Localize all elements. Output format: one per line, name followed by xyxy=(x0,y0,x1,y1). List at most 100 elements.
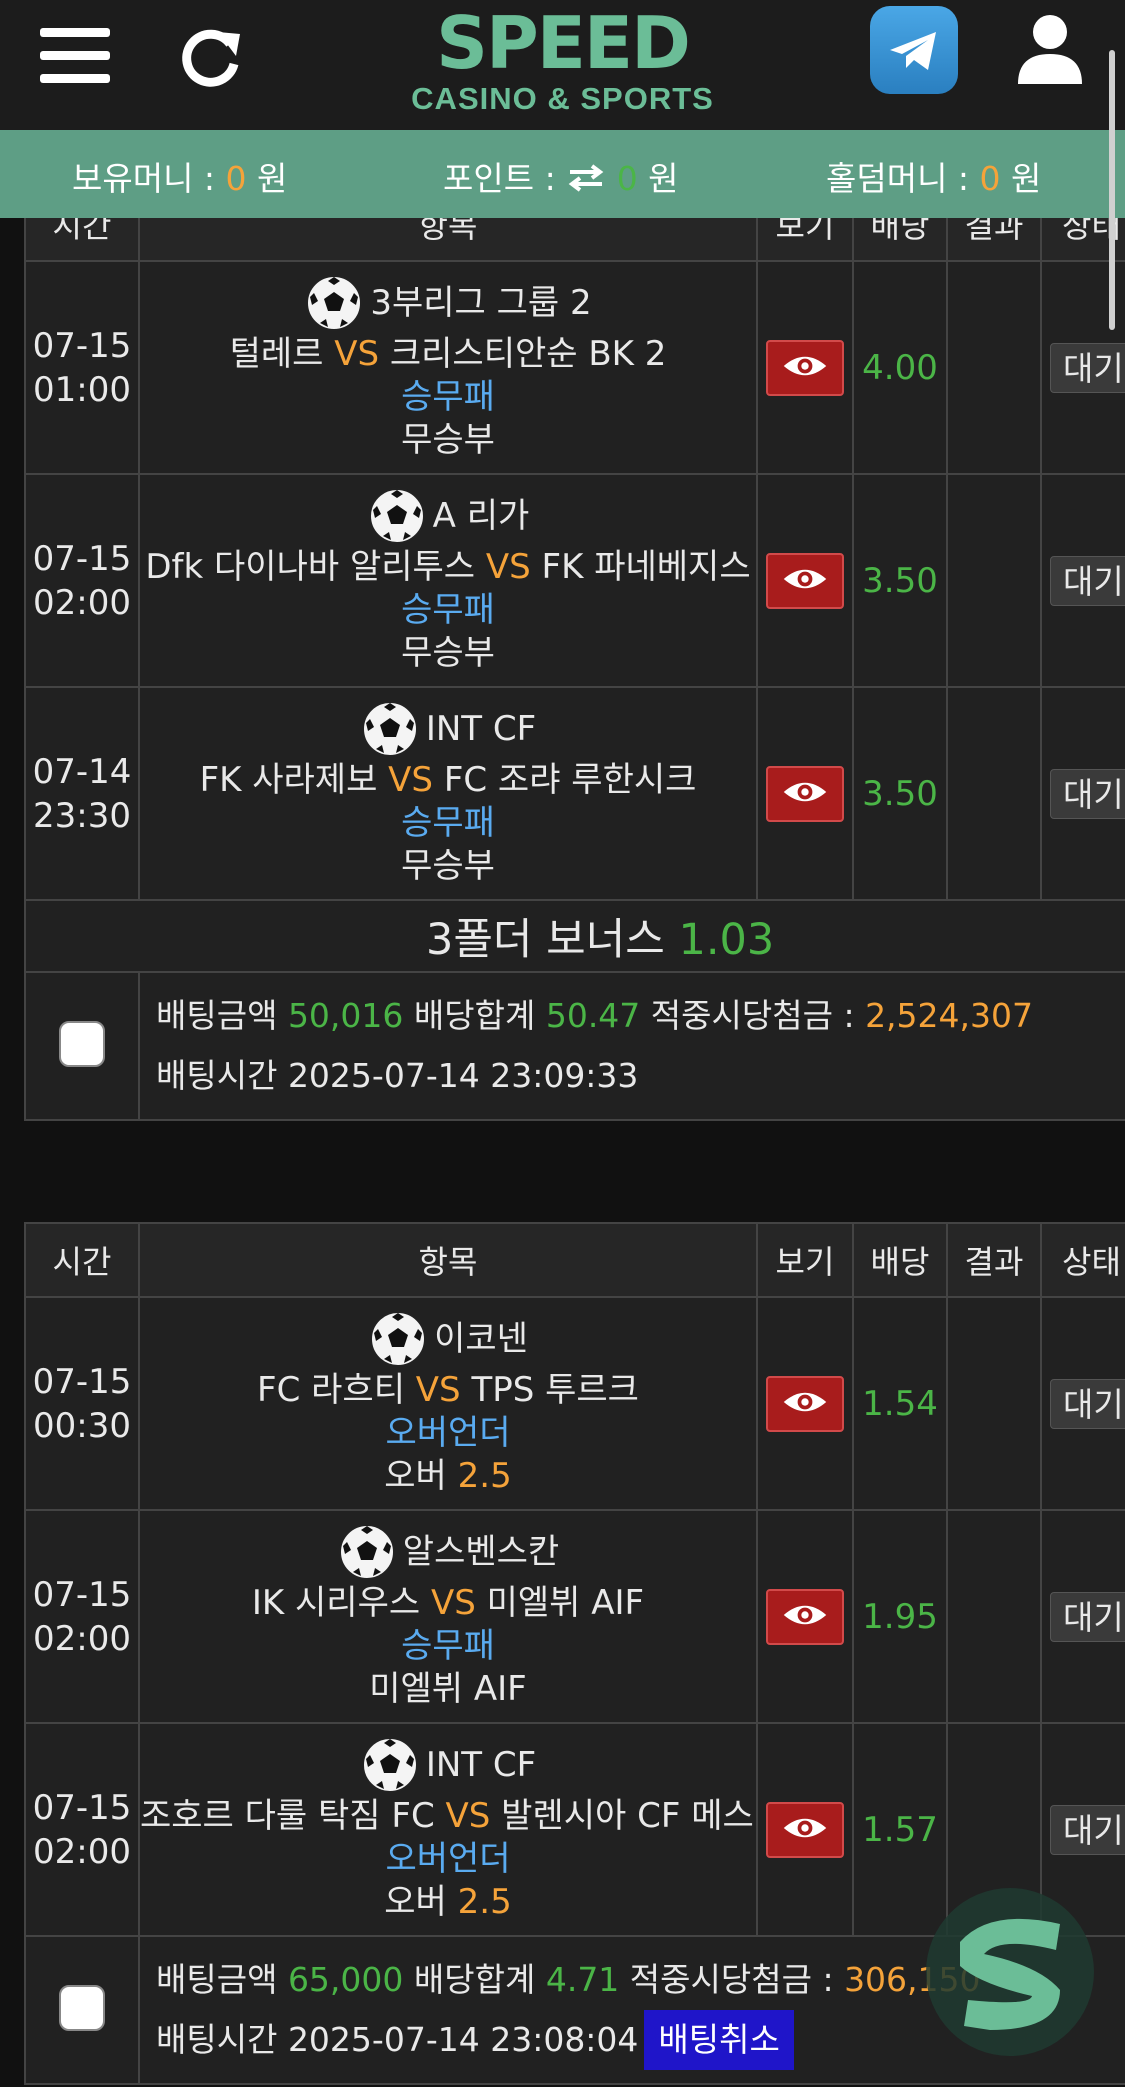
home-team: 조호르 다룰 탁짐 FC xyxy=(140,1796,435,1836)
bet-amount: 50,016 xyxy=(287,996,404,1035)
home-team: Dfk 다이나바 알리투스 xyxy=(145,547,476,587)
match-item-cell: 알스벤스칸 IK 시리우스 VS 미엘뷔 AIF 승무패 미엘뷔 AIF xyxy=(138,1509,758,1724)
refresh-icon[interactable] xyxy=(178,24,244,90)
soccer-ball-icon xyxy=(361,701,418,757)
away-team: 발렌시아 CF 메스타야 xyxy=(501,1796,755,1836)
match-item-cell: INT CF 조호르 다룰 탁짐 FC VS 발렌시아 CF 메스타야 오버언더… xyxy=(138,1722,758,1937)
bet-time: 2025-07-14 23:09:33 xyxy=(287,1056,639,1095)
odds-total: 50.47 xyxy=(545,996,641,1035)
vs-label: VS xyxy=(334,334,380,374)
market-type: 승무패 xyxy=(401,590,495,630)
league-name: INT CF xyxy=(425,1744,537,1785)
match-odds: 3.50 xyxy=(852,686,948,901)
view-button[interactable] xyxy=(766,339,844,396)
odds-total-label: 배당합계 xyxy=(403,1960,546,1999)
table-row: 07-15 00:30 이코넨 FC 라흐티 VS TPS 투르크 오버언더 오… xyxy=(24,1296,1125,1511)
status-badge[interactable]: 대기 xyxy=(1050,768,1125,819)
pick-label: 미엘뷔 AIF xyxy=(369,1669,527,1709)
slip-checkbox[interactable] xyxy=(59,1021,105,1067)
match-date: 07-15 xyxy=(32,325,132,366)
eye-icon xyxy=(783,1392,827,1411)
market-type: 승무패 xyxy=(401,803,495,843)
bet-pick: 미엘뷔 AIF xyxy=(141,1668,755,1711)
away-team: FC 조랴 루한시크 xyxy=(443,760,697,800)
match-odds: 4.00 xyxy=(852,260,948,475)
view-button[interactable] xyxy=(766,1801,844,1858)
status-badge[interactable]: 대기 xyxy=(1050,555,1125,606)
soccer-ball-icon xyxy=(370,1311,427,1367)
view-button[interactable] xyxy=(766,552,844,609)
pick-label: 무승부 xyxy=(401,420,495,460)
match-time: 02:00 xyxy=(33,1618,131,1659)
bet-time: 2025-07-14 23:08:04 xyxy=(287,2020,639,2059)
floating-logo-icon[interactable] xyxy=(920,1880,1100,2060)
table-row: 07-14 23:30 INT CF FK 사라제보 VS FC 조랴 루한시크… xyxy=(24,686,1125,901)
user-icon[interactable] xyxy=(1010,8,1090,88)
status-badge[interactable]: 대기 xyxy=(1050,1804,1125,1855)
home-team: FC 라흐티 xyxy=(257,1370,405,1410)
payout-label: 적중시당첨금 : xyxy=(640,996,866,1035)
point-unit: 원 xyxy=(637,159,679,198)
vs-label: VS xyxy=(485,547,531,587)
site-logo[interactable]: SPEED CASINO & SPORTS xyxy=(395,4,730,120)
match-result xyxy=(946,1509,1042,1724)
match-time: 23:30 xyxy=(33,795,131,836)
vs-label: VS xyxy=(415,1370,461,1410)
holdem-label: 홀덤머니 : xyxy=(826,159,980,198)
match-result xyxy=(946,686,1042,901)
match-time: 02:00 xyxy=(33,582,131,623)
status-badge[interactable]: 대기 xyxy=(1050,342,1125,393)
eye-icon xyxy=(783,569,827,588)
match-odds: 1.54 xyxy=(852,1296,948,1511)
status-badge[interactable]: 대기 xyxy=(1050,1591,1125,1642)
col-result: 결과 xyxy=(946,1222,1042,1298)
odds-total-label: 배당합계 xyxy=(403,996,546,1035)
pick-value: 2.5 xyxy=(457,1882,512,1922)
match-teams: 조호르 다룰 탁짐 FC VS 발렌시아 CF 메스타야 xyxy=(140,1795,755,1838)
col-status: 상태 xyxy=(1040,1222,1125,1298)
cancel-bet-button[interactable]: 배팅취소 xyxy=(644,2010,794,2070)
bet-pick: 오버 2.5 xyxy=(141,1881,755,1924)
point-balance[interactable]: 포인트 : 0 원 xyxy=(443,152,679,200)
view-button[interactable] xyxy=(766,1375,844,1432)
view-button[interactable] xyxy=(766,765,844,822)
telegram-icon[interactable] xyxy=(870,6,958,94)
market-type: 오버언더 xyxy=(385,1839,511,1879)
money-balance: 보유머니 : 0 원 xyxy=(72,152,287,200)
transfer-icon[interactable] xyxy=(566,163,606,193)
away-team: 미엘뷔 AIF xyxy=(486,1583,645,1623)
amount-label: 배팅금액 xyxy=(156,1960,288,1999)
table-header: 시간 항목 보기 배당 결과 상태 xyxy=(24,1222,1125,1298)
match-teams: IK 시리우스 VS 미엘뷔 AIF xyxy=(141,1582,755,1625)
away-team: 크리스티안순 BK 2 xyxy=(389,334,667,374)
table-row: 07-15 02:00 A 리가 Dfk 다이나바 알리투스 VS FK 파네베… xyxy=(24,473,1125,688)
view-button[interactable] xyxy=(766,1588,844,1645)
point-label: 포인트 : xyxy=(443,159,567,198)
holdem-balance: 홀덤머니 : 0 원 xyxy=(826,152,1041,200)
status-badge[interactable]: 대기 xyxy=(1050,1378,1125,1429)
bet-pick: 무승부 xyxy=(141,845,755,888)
match-time-cell: 07-15 02:00 xyxy=(24,1722,140,1937)
payout-label: 적중시당첨금 : xyxy=(619,1960,845,1999)
vs-label: VS xyxy=(430,1583,476,1623)
match-date: 07-15 xyxy=(32,1574,132,1615)
bet-amount: 65,000 xyxy=(287,1960,404,1999)
pick-label: 무승부 xyxy=(401,633,495,673)
match-result xyxy=(946,473,1042,688)
match-item-cell: INT CF FK 사라제보 VS FC 조랴 루한시크 승무패 무승부 xyxy=(138,686,758,901)
menu-icon[interactable] xyxy=(40,28,110,84)
match-teams: Dfk 다이나바 알리투스 VS FK 파네베지스 xyxy=(141,546,755,589)
match-item-cell: A 리가 Dfk 다이나바 알리투스 VS FK 파네베지스 승무패 무승부 xyxy=(138,473,758,688)
bonus-label: 3폴더 보너스 xyxy=(426,915,679,965)
match-item-cell: 3부리그 그룹 2 털레르 VS 크리스티안순 BK 2 승무패 무승부 xyxy=(138,260,758,475)
soccer-ball-icon xyxy=(338,1524,395,1580)
slip-checkbox[interactable] xyxy=(59,1985,105,2031)
col-item: 항목 xyxy=(138,1222,758,1298)
match-result xyxy=(946,1296,1042,1511)
home-team: FK 사라제보 xyxy=(199,760,378,800)
page-scrollbar[interactable] xyxy=(1109,50,1115,330)
match-date: 07-15 xyxy=(32,1361,132,1402)
summary-row: 배팅금액 50,016 배당합계 50.47 적중시당첨금 : 2,524,30… xyxy=(24,971,1125,1121)
vs-label: VS xyxy=(445,1796,491,1836)
bonus-value: 1.03 xyxy=(678,915,775,965)
